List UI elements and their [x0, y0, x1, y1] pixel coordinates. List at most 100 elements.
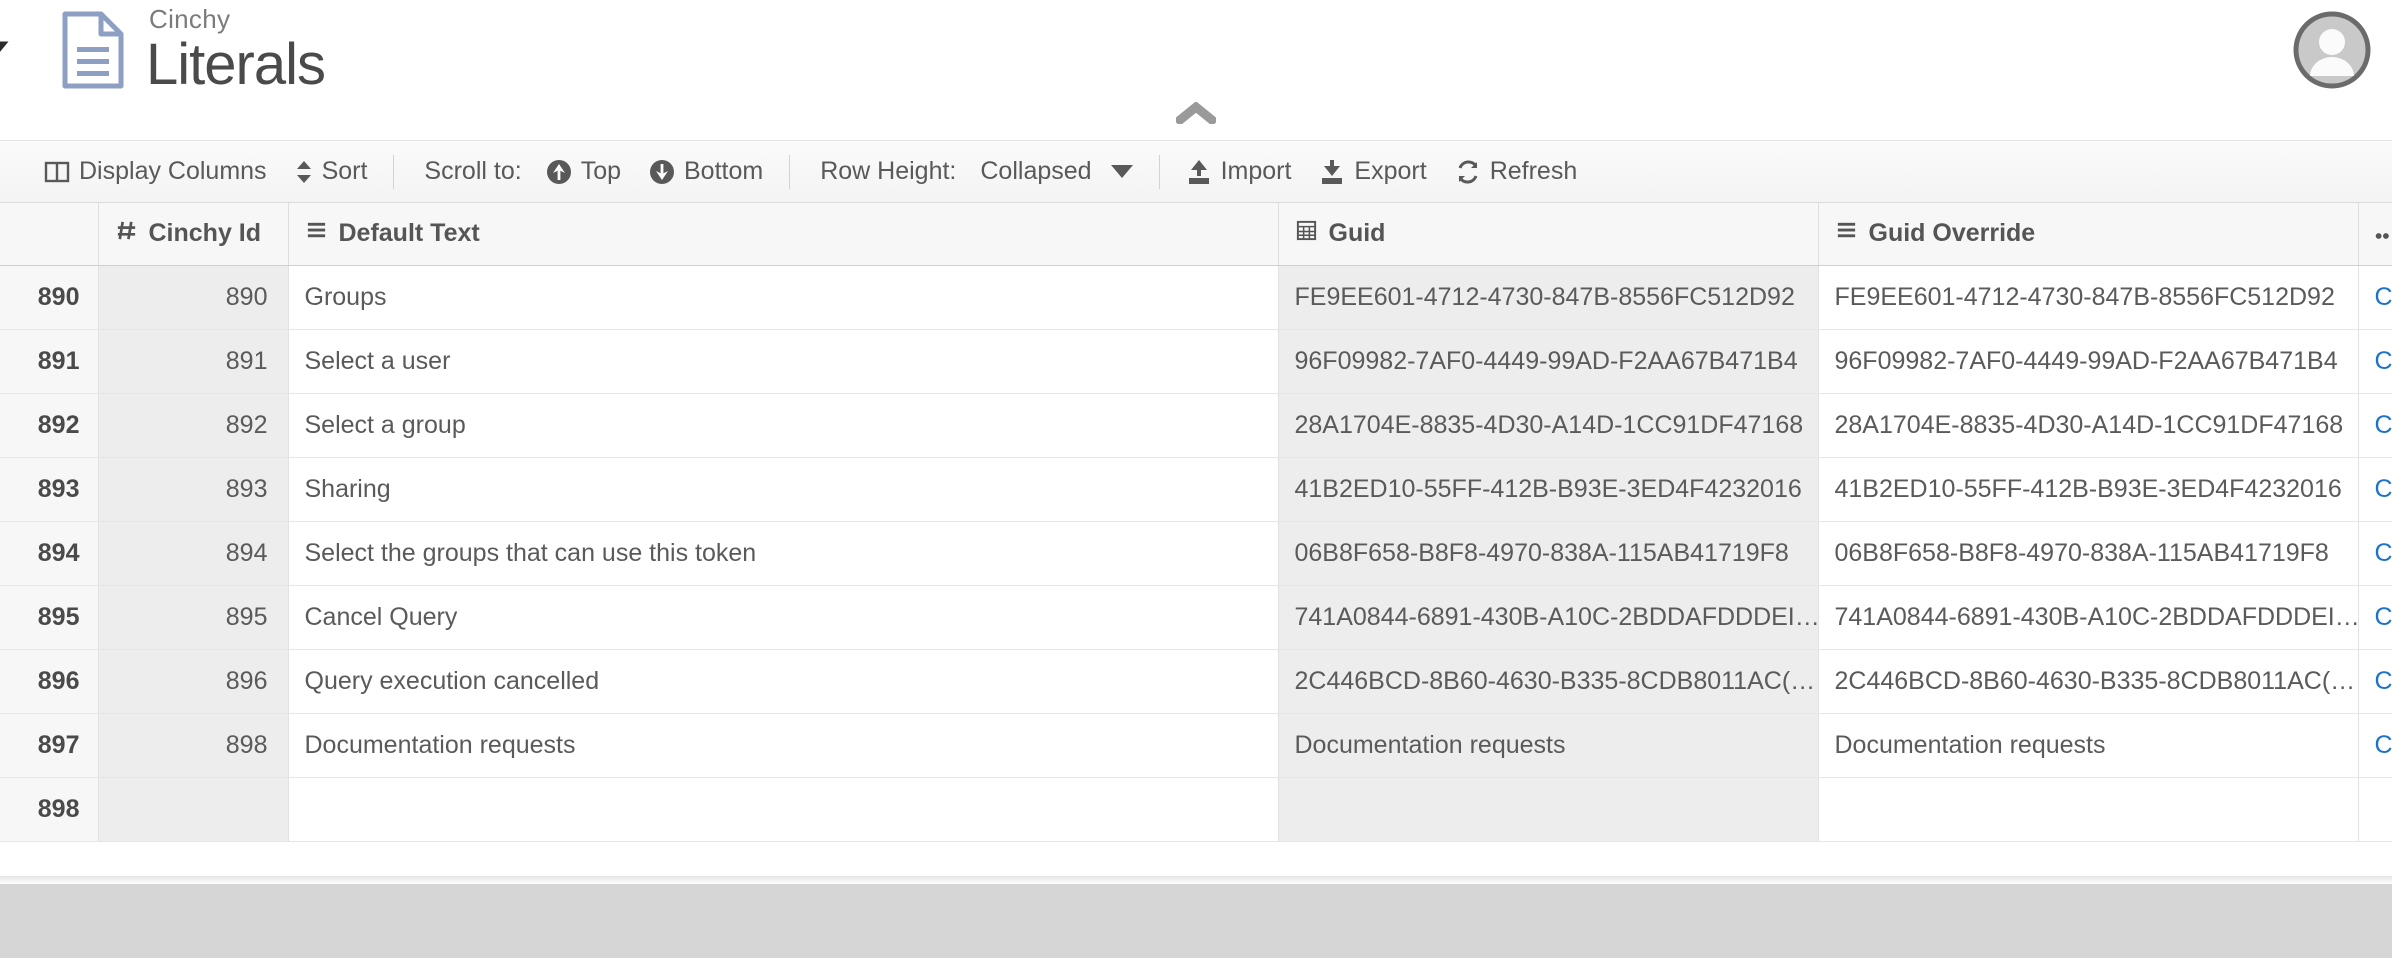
- table-row[interactable]: 898: [0, 777, 2392, 842]
- guid-cell[interactable]: FE9EE601-4712-4730-847B-8556FC512D92: [1278, 265, 1819, 330]
- dots-icon: [2375, 219, 2392, 247]
- guid-cell[interactable]: 06B8F658-B8F8-4970-838A-115AB41719F8: [1278, 521, 1819, 586]
- row-number-cell[interactable]: 893: [0, 457, 99, 522]
- cinchy-id-cell[interactable]: 890: [98, 265, 289, 330]
- default-text-cell[interactable]: Select a user: [288, 329, 1279, 394]
- table-row[interactable]: 895 895 Cancel Query 741A0844-6891-430B-A10…: [0, 585, 2392, 650]
- next-column-cell[interactable]: C: [2358, 457, 2392, 522]
- table-row[interactable]: 891 891 Select a user 96F09982-7AF0-4449-99…: [0, 329, 2392, 394]
- default-text-cell[interactable]: Select the groups that can use this toke…: [288, 521, 1279, 586]
- grid-body: 890 890 Groups FE9EE601-4712-4730-847B-8556…: [0, 265, 2392, 842]
- text-lines-icon: [1835, 219, 1858, 249]
- guid-cell[interactable]: Documentation requests: [1278, 713, 1819, 778]
- text-lines-icon: [305, 219, 328, 249]
- cinchy-id-cell[interactable]: 891: [98, 329, 289, 394]
- table-row[interactable]: 892 892 Select a group 28A1704E-8835-4D30-A…: [0, 393, 2392, 458]
- guid-cell[interactable]: 2C446BCD-8B60-4630-B335-8CDB8011AC(…: [1278, 649, 1819, 714]
- row-number-cell[interactable]: 892: [0, 393, 99, 458]
- cinchy-id-cell[interactable]: [98, 777, 289, 842]
- next-column-cell[interactable]: C: [2358, 649, 2392, 714]
- row-height-value: Collapsed: [980, 157, 1092, 185]
- grid-header-row: Cinchy Id Default Text Guid Guid Overrid…: [0, 203, 2392, 266]
- row-number-cell[interactable]: 896: [0, 649, 99, 714]
- download-icon: [1319, 159, 1345, 185]
- chevron-up-icon[interactable]: [1173, 100, 1219, 126]
- sort-button[interactable]: Sort: [281, 141, 382, 202]
- column-header-next[interactable]: [2358, 203, 2392, 266]
- default-text-cell[interactable]: Groups: [288, 265, 1279, 330]
- next-column-cell[interactable]: C: [2358, 393, 2392, 458]
- caret-left-icon[interactable]: [0, 41, 9, 59]
- guid-cell[interactable]: 41B2ED10-55FF-412B-B93E-3ED4F4232016: [1278, 457, 1819, 522]
- column-header-guid-override[interactable]: Guid Override: [1818, 203, 2359, 266]
- column-header-default-text[interactable]: Default Text: [288, 203, 1279, 266]
- next-column-cell[interactable]: C: [2358, 713, 2392, 778]
- export-button[interactable]: Export: [1305, 141, 1440, 202]
- next-column-cell[interactable]: C: [2358, 521, 2392, 586]
- cinchy-id-cell[interactable]: 893: [98, 457, 289, 522]
- scroll-bottom-label: Bottom: [684, 157, 764, 185]
- guid-cell[interactable]: 28A1704E-8835-4D30-A14D-1CC91DF47168: [1278, 393, 1819, 458]
- row-number-cell[interactable]: 895: [0, 585, 99, 650]
- default-text-cell[interactable]: Query execution cancelled: [288, 649, 1279, 714]
- cinchy-id-cell[interactable]: 895: [98, 585, 289, 650]
- refresh-button[interactable]: Refresh: [1441, 141, 1592, 202]
- default-text-cell[interactable]: [288, 777, 1279, 842]
- column-header-label: Cinchy Id: [148, 219, 262, 248]
- user-avatar-icon[interactable]: [2292, 10, 2372, 90]
- scroll-top-button[interactable]: Top: [532, 141, 635, 202]
- next-column-cell[interactable]: C: [2358, 329, 2392, 394]
- default-text-cell[interactable]: Documentation requests: [288, 713, 1279, 778]
- row-number-cell[interactable]: 897: [0, 713, 99, 778]
- guid-override-cell[interactable]: 28A1704E-8835-4D30-A14D-1CC91DF47168: [1818, 393, 2359, 458]
- column-header-guid[interactable]: Guid: [1278, 203, 1819, 266]
- guid-override-cell[interactable]: Documentation requests: [1818, 713, 2359, 778]
- refresh-label: Refresh: [1489, 157, 1578, 185]
- cinchy-id-cell[interactable]: 894: [98, 521, 289, 586]
- display-columns-button[interactable]: Display Columns: [30, 141, 281, 202]
- import-label: Import: [1220, 157, 1292, 185]
- row-height-label: Row Height:: [820, 157, 957, 185]
- guid-override-cell[interactable]: 741A0844-6891-430B-A10C-2BDDAFDDDEI…: [1818, 585, 2359, 650]
- guid-override-cell[interactable]: 96F09982-7AF0-4449-99AD-F2AA67B471B4: [1818, 329, 2359, 394]
- cinchy-id-cell[interactable]: 896: [98, 649, 289, 714]
- column-header-rownum[interactable]: [0, 203, 99, 266]
- guid-override-cell[interactable]: 2C446BCD-8B60-4630-B335-8CDB8011AC(…: [1818, 649, 2359, 714]
- default-text-cell[interactable]: Sharing: [288, 457, 1279, 522]
- sort-label: Sort: [321, 157, 368, 185]
- guid-override-cell[interactable]: [1818, 777, 2359, 842]
- page-footer-area: [0, 884, 2392, 958]
- guid-cell[interactable]: 741A0844-6891-430B-A10C-2BDDAFDDDEI…: [1278, 585, 1819, 650]
- cinchy-id-cell[interactable]: 892: [98, 393, 289, 458]
- guid-cell[interactable]: [1278, 777, 1819, 842]
- row-number-cell[interactable]: 894: [0, 521, 99, 586]
- scroll-bottom-button[interactable]: Bottom: [635, 141, 777, 202]
- guid-cell[interactable]: 96F09982-7AF0-4449-99AD-F2AA67B471B4: [1278, 329, 1819, 394]
- next-column-cell[interactable]: C: [2358, 585, 2392, 650]
- row-number-cell[interactable]: 890: [0, 265, 99, 330]
- default-text-cell[interactable]: Cancel Query: [288, 585, 1279, 650]
- next-column-cell[interactable]: [2358, 777, 2392, 842]
- column-header-label: Default Text: [338, 219, 480, 248]
- row-number-cell[interactable]: 891: [0, 329, 99, 394]
- next-column-cell[interactable]: C: [2358, 265, 2392, 330]
- column-header-label: Guid Override: [1868, 219, 2036, 248]
- guid-override-cell[interactable]: 06B8F658-B8F8-4970-838A-115AB41719F8: [1818, 521, 2359, 586]
- table-row[interactable]: 897 898 Documentation requests Documentatio…: [0, 713, 2392, 778]
- guid-override-cell[interactable]: FE9EE601-4712-4730-847B-8556FC512D92: [1818, 265, 2359, 330]
- cinchy-id-cell[interactable]: 898: [98, 713, 289, 778]
- guid-override-cell[interactable]: 41B2ED10-55FF-412B-B93E-3ED4F4232016: [1818, 457, 2359, 522]
- import-button[interactable]: Import: [1172, 141, 1306, 202]
- row-height-dropdown[interactable]: Collapsed: [966, 141, 1146, 202]
- table-row[interactable]: 896 896 Query execution cancelled 2C446BCD-…: [0, 649, 2392, 714]
- scroll-to-label: Scroll to:: [424, 157, 522, 185]
- brand-subtitle: Cinchy: [149, 4, 231, 34]
- default-text-cell[interactable]: Select a group: [288, 393, 1279, 458]
- table-row[interactable]: 893 893 Sharing 41B2ED10-55FF-412B-B93E-3ED…: [0, 457, 2392, 522]
- table-row[interactable]: 894 894 Select the groups that can use thi…: [0, 521, 2392, 586]
- column-header-cinchy-id[interactable]: Cinchy Id: [98, 203, 289, 266]
- row-number-cell[interactable]: 898: [0, 777, 99, 842]
- app-brand: Cinchy Literals: [62, 4, 326, 94]
- table-row[interactable]: 890 890 Groups FE9EE601-4712-4730-847B-8556…: [0, 265, 2392, 330]
- upload-icon: [1186, 159, 1212, 185]
